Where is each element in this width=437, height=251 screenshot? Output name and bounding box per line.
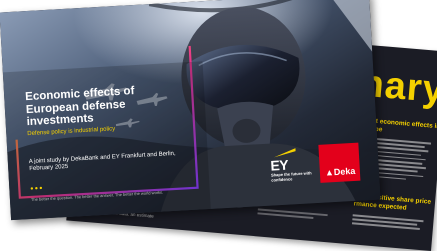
ey-logo: EY Shape the future with confidence	[270, 147, 312, 183]
document-stack: nary ficant economic effects in Europe t…	[0, 0, 437, 251]
bottom-text-block	[257, 208, 328, 222]
deka-logo: ▲Deka	[318, 142, 361, 183]
ey-tagline: Shape the future with confidence	[270, 170, 312, 183]
cover-page: Economic effects of European defense inv…	[0, 0, 381, 221]
section-body-text	[351, 214, 425, 233]
deka-wordmark: ▲Deka	[324, 165, 356, 178]
